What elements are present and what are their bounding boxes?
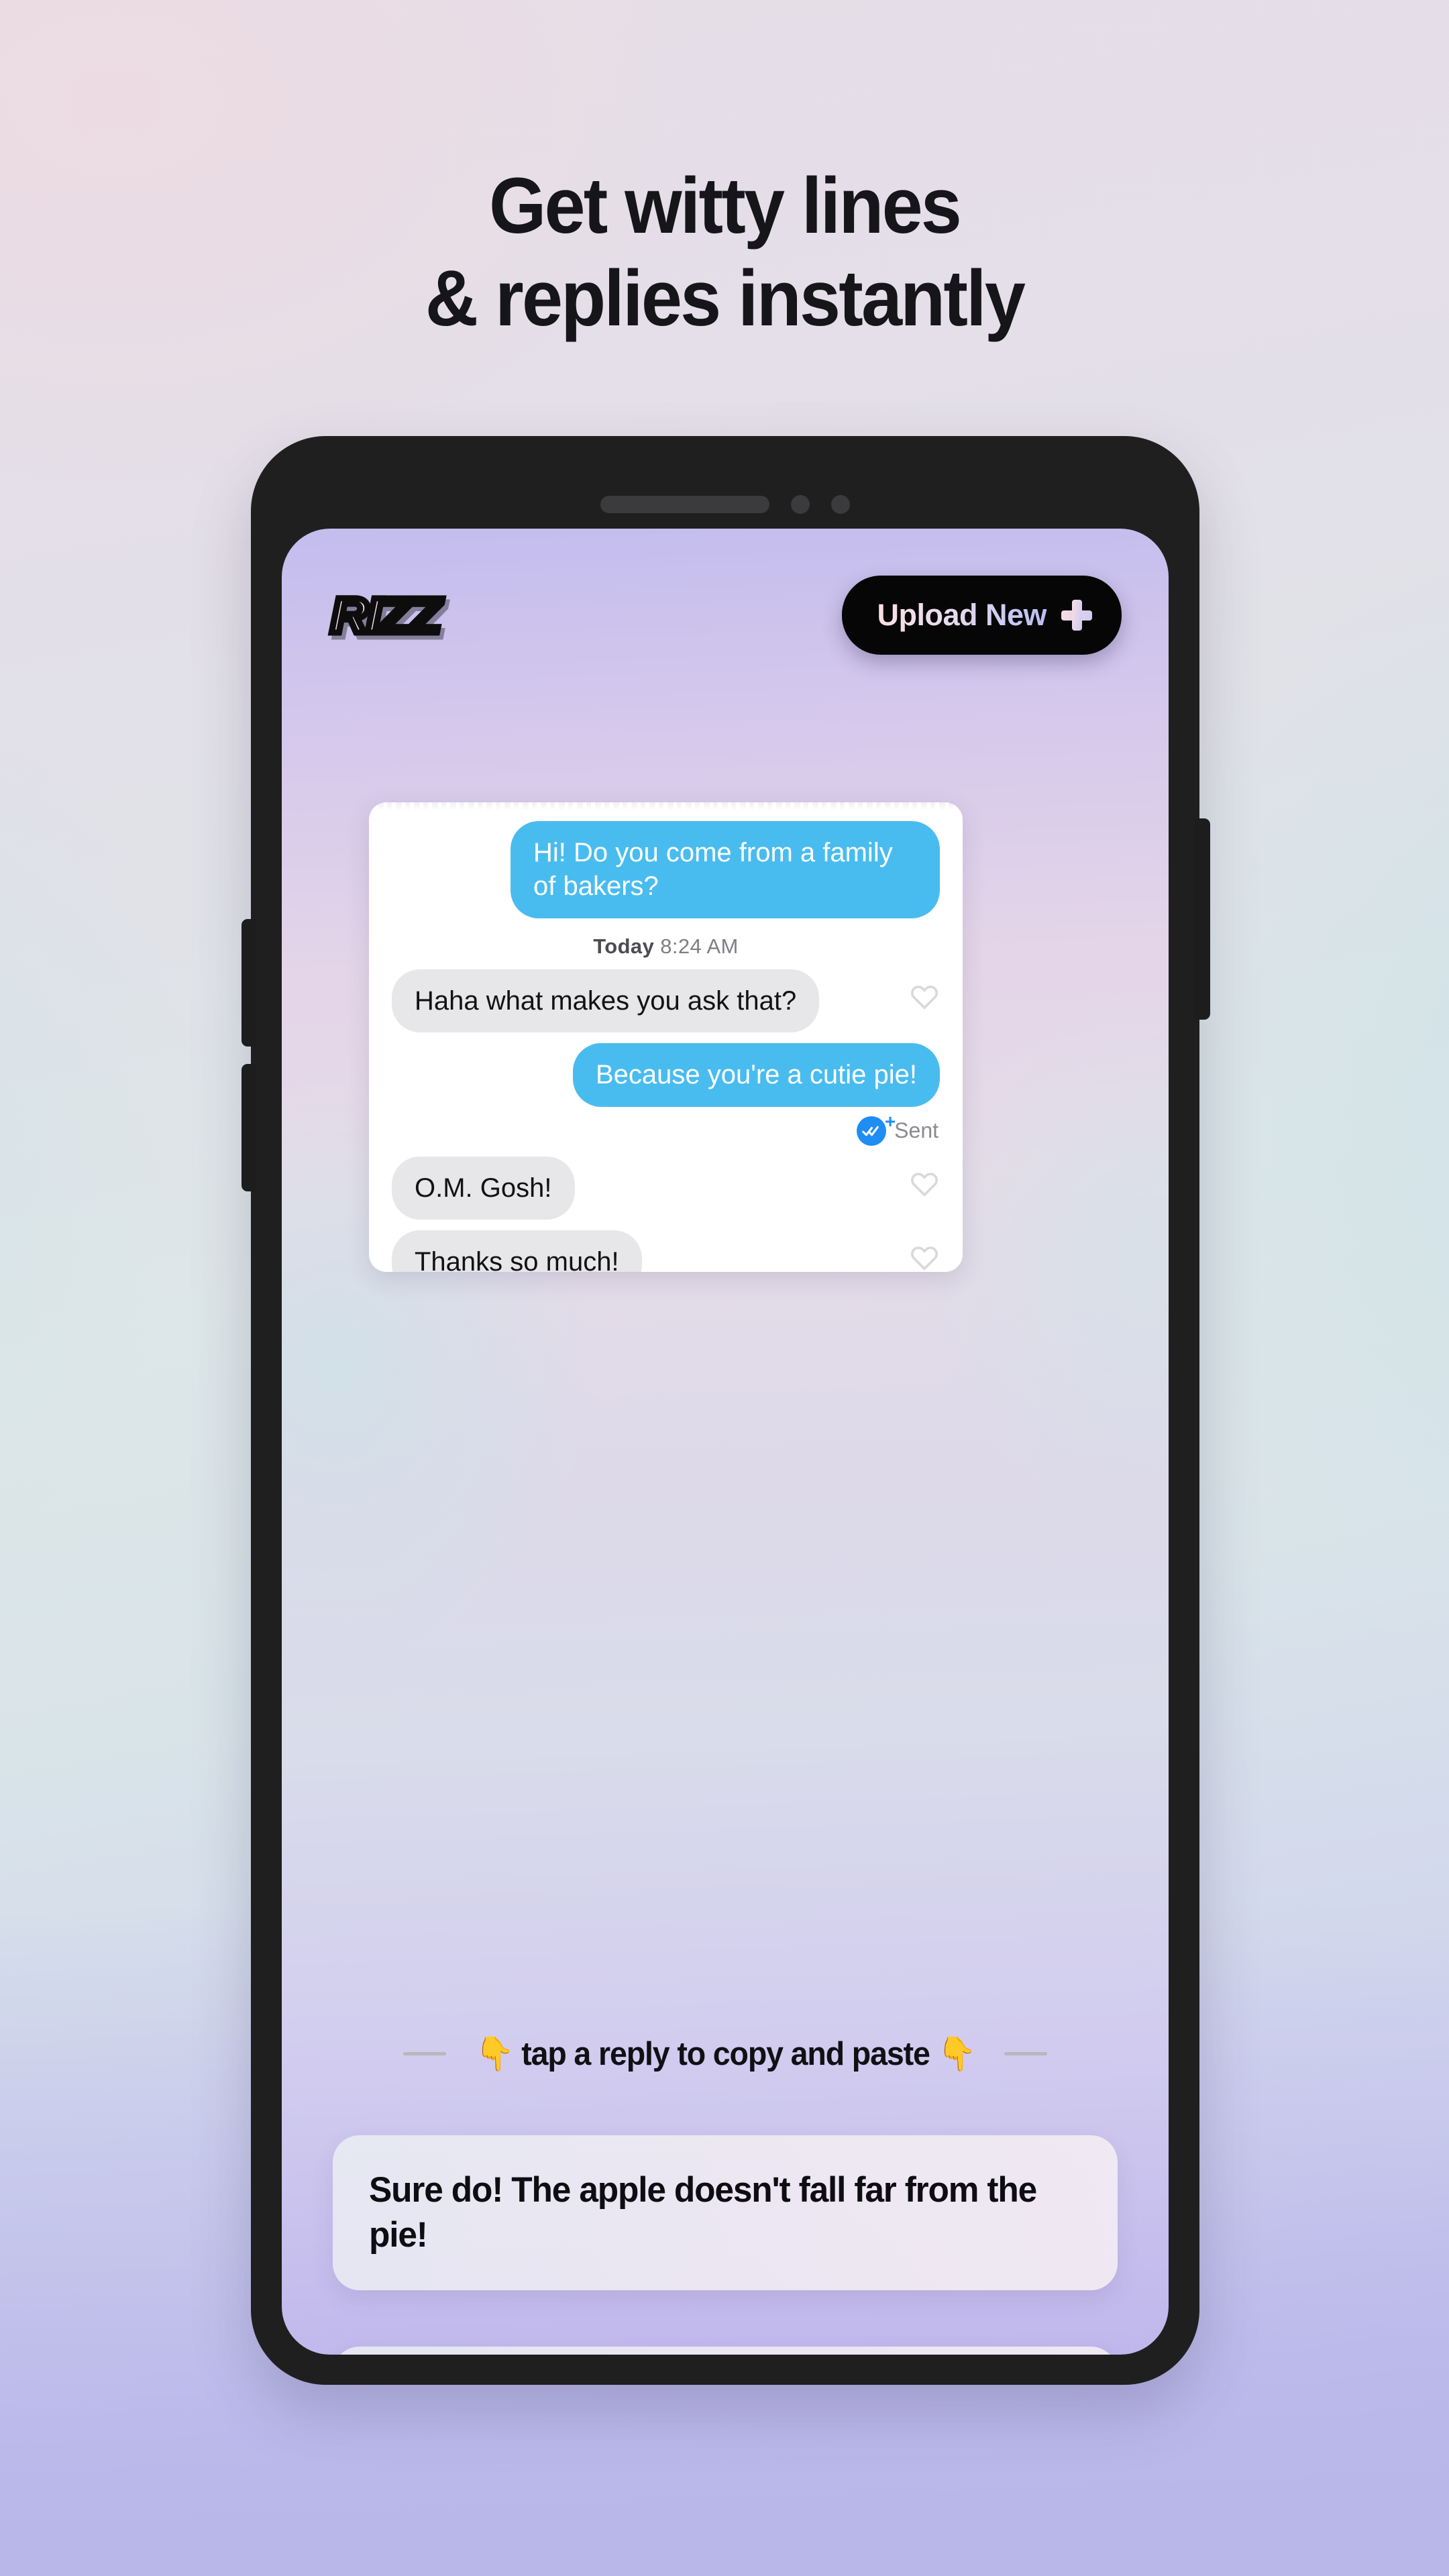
chat-bubble-outgoing: Hi! Do you come from a family of bakers? <box>511 821 940 918</box>
double-check-icon: + <box>857 1111 896 1146</box>
power-button[interactable] <box>1194 818 1210 1020</box>
headline-line-2: & replies instantly <box>425 254 1026 343</box>
chat-bubble-incoming: Thanks so much! <box>392 1230 642 1272</box>
tap-to-copy-divider: 👇 tap a reply to copy and paste 👇 <box>282 2035 1169 2073</box>
message-row: Hi! Do you come from a family of bakers? <box>369 821 963 918</box>
app-header: RIZZ Upload New <box>282 576 1169 655</box>
heart-icon[interactable] <box>909 1169 940 1199</box>
divider-label: 👇 tap a reply to copy and paste 👇 <box>475 2036 976 2072</box>
suggestion-card[interactable]: No, but I'm definitely the icing on the … <box>333 2347 1118 2355</box>
message-row: Thanks so much! <box>369 1230 963 1272</box>
phone-mockup: RIZZ Upload New Hi! Do you come from a f… <box>241 436 1210 2385</box>
phone-screen: RIZZ Upload New Hi! Do you come from a f… <box>282 529 1169 2355</box>
plus-icon <box>1061 600 1092 631</box>
heart-icon[interactable] <box>909 981 940 1012</box>
chat-timestamp: Today 8:24 AM <box>369 934 963 959</box>
chat-bubble-incoming: Haha what makes you ask that? <box>392 969 820 1033</box>
upload-new-button[interactable]: Upload New <box>842 576 1122 655</box>
message-row: Because you're a cutie pie! <box>369 1043 963 1107</box>
headline-line-1: Get witty lines <box>488 162 962 250</box>
earpiece-speaker <box>600 496 769 513</box>
heart-icon[interactable] <box>909 1242 940 1272</box>
camera-dot-1 <box>791 495 810 514</box>
page-title: Get witty lines & replies instantly <box>0 160 1449 345</box>
sent-receipt: + Sent <box>369 1111 963 1146</box>
divider-rule-left <box>402 2052 446 2055</box>
phone-hardware-notch <box>251 495 1199 514</box>
suggestion-card[interactable]: Sure do! The apple doesn't fall far from… <box>333 2135 1118 2290</box>
rizz-logo: RIZZ <box>327 584 444 646</box>
sent-label: Sent <box>894 1118 938 1143</box>
chat-screenshot-card: Hi! Do you come from a family of bakers?… <box>369 802 963 1272</box>
plus-superscript-icon: + <box>884 1110 896 1132</box>
timestamp-time: 8:24 AM <box>660 934 739 958</box>
volume-up-button[interactable] <box>241 919 256 1046</box>
timestamp-day: Today <box>593 934 655 958</box>
suggestion-text: Sure do! The apple doesn't fall far from… <box>369 2170 1037 2255</box>
match-banner-clipped <box>369 802 963 810</box>
divider-rule-right <box>1004 2052 1048 2055</box>
upload-new-label: Upload New <box>877 598 1046 632</box>
camera-dot-2 <box>831 495 850 514</box>
message-row: O.M. Gosh! <box>369 1156 963 1220</box>
chat-bubble-incoming: O.M. Gosh! <box>392 1156 575 1220</box>
volume-down-button[interactable] <box>241 1064 256 1191</box>
chat-bubble-outgoing: Because you're a cutie pie! <box>572 1043 940 1107</box>
message-row: Haha what makes you ask that? <box>369 969 963 1033</box>
